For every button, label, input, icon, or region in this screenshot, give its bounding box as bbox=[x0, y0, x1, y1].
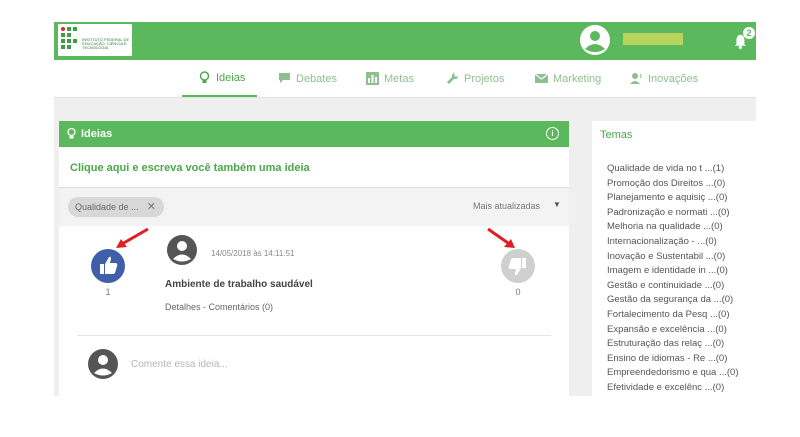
chevron-down-icon[interactable]: ▼ bbox=[553, 200, 561, 209]
tema-item[interactable]: Gestão e continuidade ...(0) bbox=[607, 279, 738, 294]
logo-dot bbox=[61, 27, 65, 31]
upvote-button[interactable] bbox=[91, 249, 125, 283]
downvote-button[interactable] bbox=[501, 249, 535, 283]
details-link[interactable]: Detalhes bbox=[165, 302, 201, 312]
username-redacted[interactable] bbox=[623, 33, 683, 45]
tab-marketing[interactable]: Marketing bbox=[535, 60, 601, 97]
notification-count-badge: 2 bbox=[743, 27, 755, 39]
filter-chip[interactable]: Qualidade de ... ✕ bbox=[68, 197, 164, 217]
downvote-count: 0 bbox=[515, 287, 521, 297]
idea-title[interactable]: Ambiente de trabalho saudável bbox=[165, 279, 313, 290]
tema-item[interactable]: Efetividade e excelênc ...(0) bbox=[607, 381, 738, 396]
temas-panel: Temas Qualidade de vida no t ...(1) Prom… bbox=[592, 121, 756, 396]
tema-item[interactable]: Planejamento e aquisiç ...(0) bbox=[607, 191, 738, 206]
write-idea-link[interactable]: Clique aqui e escreva você também uma id… bbox=[70, 162, 310, 174]
thumbs-down-icon bbox=[508, 258, 526, 276]
tab-label: Projetos bbox=[464, 72, 505, 85]
top-header: INSTITUTO FEDERAL DE EDUCAÇÃO, CIÊNCIA E… bbox=[54, 22, 756, 60]
tab-label: Debates bbox=[296, 72, 337, 85]
temas-title: Temas bbox=[600, 129, 633, 141]
person-voice-icon bbox=[630, 73, 642, 84]
lightbulb-icon bbox=[67, 127, 76, 139]
mail-icon bbox=[535, 73, 548, 83]
tema-item[interactable]: Imagem e identidade in ...(0) bbox=[607, 264, 738, 279]
tema-item[interactable]: Inovação e Sustentabil ...(0) bbox=[607, 250, 738, 265]
annotation-arrow-upvote bbox=[116, 227, 149, 248]
tab-debates[interactable]: Debates bbox=[278, 60, 337, 97]
ideias-panel: Ideias i Clique aqui e escreva você tamb… bbox=[59, 121, 569, 396]
logo-text: INSTITUTO FEDERAL DE EDUCAÇÃO, CIÊNCIA E… bbox=[82, 37, 130, 50]
upvote-count: 1 bbox=[105, 287, 111, 297]
tema-item[interactable]: Empreendedorismo e qua ...(0) bbox=[607, 366, 738, 381]
tema-item[interactable]: Estruturação das relaç ...(0) bbox=[607, 337, 738, 352]
bar-chart-icon bbox=[366, 72, 379, 85]
user-avatar-icon[interactable] bbox=[580, 25, 610, 55]
comments-link[interactable]: Comentários (0) bbox=[209, 302, 274, 312]
close-icon[interactable]: ✕ bbox=[147, 197, 156, 217]
filter-chip-label: Qualidade de ... bbox=[75, 202, 139, 212]
tab-label: Metas bbox=[384, 72, 414, 85]
tab-inovacoes[interactable]: Inovações bbox=[630, 60, 698, 97]
chat-icon bbox=[279, 73, 290, 83]
notifications-button[interactable]: 2 bbox=[734, 27, 755, 51]
tema-item[interactable]: Padronização e normati ...(0) bbox=[607, 206, 738, 221]
tab-ideias[interactable]: Ideias bbox=[182, 60, 258, 97]
tema-item[interactable]: Ensino de idiomas - Re ...(0) bbox=[607, 352, 738, 367]
tema-item[interactable]: Qualidade de vida no t ...(1) bbox=[607, 162, 738, 177]
content-area: Ideias i Clique aqui e escreva você tamb… bbox=[54, 98, 756, 396]
tab-projetos[interactable]: Projetos bbox=[446, 60, 504, 97]
app-frame: INSTITUTO FEDERAL DE EDUCAÇÃO, CIÊNCIA E… bbox=[54, 0, 756, 396]
commenter-avatar-icon bbox=[88, 349, 118, 379]
tab-label: Ideias bbox=[216, 71, 246, 84]
lightbulb-icon bbox=[199, 71, 210, 83]
temas-list: Qualidade de vida no t ...(1) Promoção d… bbox=[607, 162, 738, 396]
tema-item[interactable]: Fortalecimento da Pesq ...(0) bbox=[607, 308, 738, 323]
wrench-icon bbox=[447, 72, 459, 84]
idea-date: 14/05/2018 às 14:11:51 bbox=[211, 249, 295, 258]
tema-item[interactable]: Melhoria na qualidade ...(0) bbox=[607, 220, 738, 235]
tab-metas[interactable]: Metas bbox=[366, 60, 414, 97]
comment-input[interactable] bbox=[131, 356, 511, 372]
tema-item[interactable]: Internacionalização - ...(0) bbox=[607, 235, 738, 250]
tema-item[interactable]: Expansão e excelência ...(0) bbox=[607, 323, 738, 338]
author-avatar-icon[interactable] bbox=[167, 235, 197, 265]
info-icon[interactable]: i bbox=[546, 127, 559, 140]
idea-links: Detalhes - Comentários (0) bbox=[165, 302, 273, 312]
annotation-arrow-downvote bbox=[487, 227, 515, 248]
thumbs-up-icon bbox=[100, 256, 118, 274]
tab-label: Marketing bbox=[553, 72, 602, 85]
filter-bar: Qualidade de ... ✕ Mais atualizadas ▼ bbox=[59, 188, 569, 226]
sort-dropdown-label[interactable]: Mais atualizadas bbox=[473, 201, 540, 211]
tab-label: Inovações bbox=[648, 72, 699, 85]
tema-item[interactable]: Gestão da segurança da ...(0) bbox=[607, 293, 738, 308]
institution-logo[interactable]: INSTITUTO FEDERAL DE EDUCAÇÃO, CIÊNCIA E… bbox=[58, 24, 132, 56]
panel-title: Ideias bbox=[81, 128, 113, 140]
main-nav: Ideias Debates Metas Projetos Marketing … bbox=[54, 60, 756, 98]
ideias-panel-header: Ideias i bbox=[59, 121, 569, 147]
tema-item[interactable]: Promoção dos Direitos ...(0) bbox=[607, 177, 738, 192]
divider bbox=[77, 335, 551, 336]
link-separator: - bbox=[200, 302, 209, 312]
